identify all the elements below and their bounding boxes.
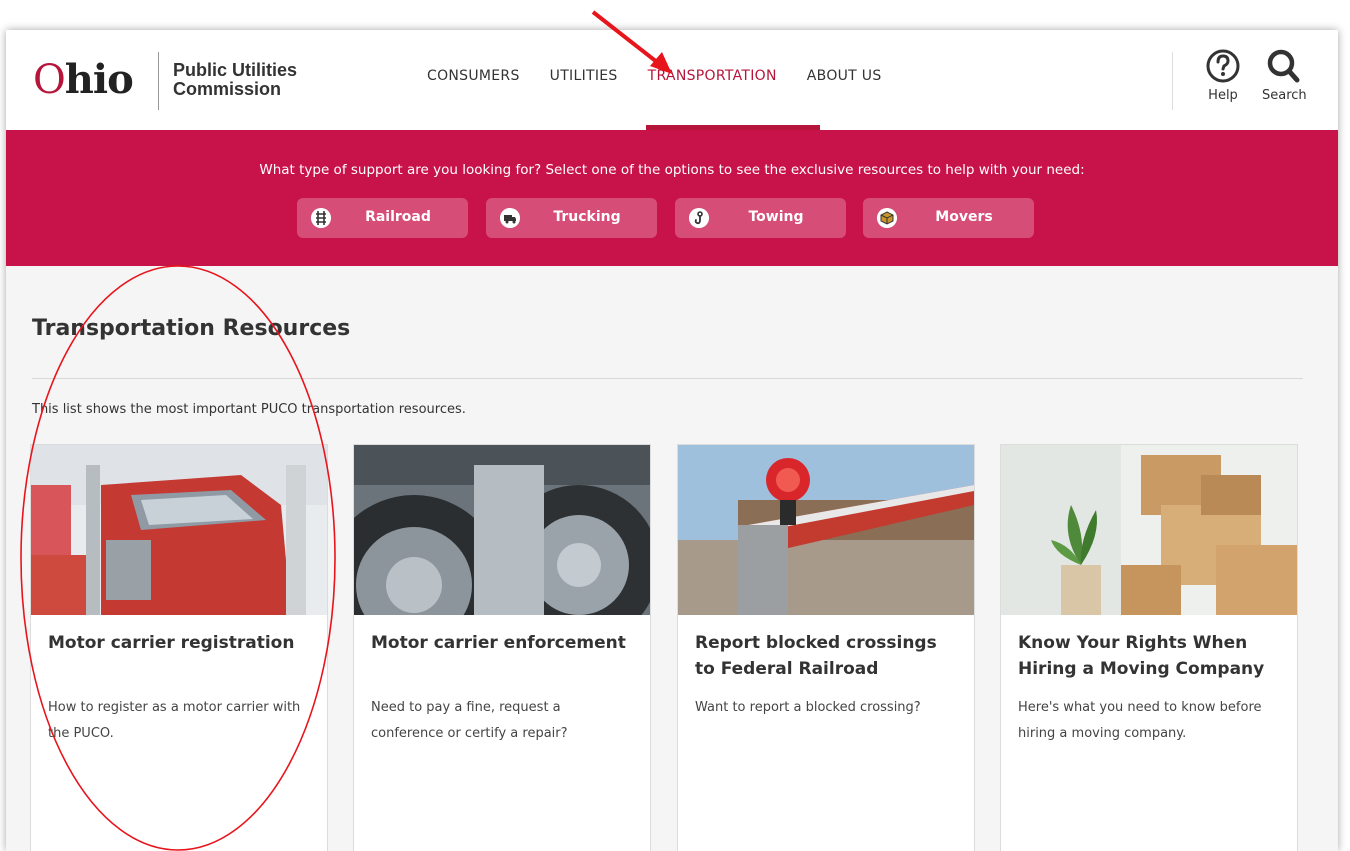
card-title: Motor carrier enforcement [371,633,626,653]
site-header: Ohio Public Utilities Commission CONSUME… [6,30,1338,130]
nav-consumers[interactable]: CONSUMERS [427,68,520,84]
logo-divider [158,52,159,110]
tools-divider [1172,52,1173,110]
card-title: Know Your Rights When Hiring a Moving Co… [1018,633,1265,679]
help-icon [1206,49,1240,83]
banner-prompt: What type of support are you looking for… [259,162,1085,178]
search-button[interactable]: Search [1262,46,1307,103]
support-banner: What type of support are you looking for… [6,130,1338,266]
card-description: Here's what you need to know before hiri… [1018,700,1262,741]
card-image-truck-wheels [354,445,650,615]
search-icon [1267,49,1300,83]
nav-about-us[interactable]: ABOUT US [807,68,882,84]
nav-utilities[interactable]: UTILITIES [550,68,618,84]
card-description: Need to pay a fine, request a conference… [371,700,568,741]
search-label: Search [1262,88,1307,103]
resource-card-moving-company-rights[interactable]: Know Your Rights When Hiring a Moving Co… [1000,444,1298,851]
option-trucking[interactable]: Trucking [486,198,657,238]
page-title: Transportation Resources [32,316,351,341]
section-divider [32,378,1303,379]
help-button[interactable]: Help [1203,46,1243,103]
option-railroad-label: Railroad [365,209,431,225]
railroad-icon [311,208,331,228]
option-towing-label: Towing [748,209,804,225]
card-image-moving-boxes [1001,445,1297,615]
agency-name: Public Utilities Commission [173,61,297,99]
card-title: Report blocked crossings to Federal Rail… [695,633,937,679]
option-movers-label: Movers [935,209,993,225]
resource-card-motor-carrier-enforcement[interactable]: Motor carrier enforcement Need to pay a … [353,444,651,851]
resource-card-motor-carrier-registration[interactable]: Motor carrier registration How to regist… [30,444,328,851]
card-image-railroad-crossing-gate [678,445,974,615]
card-description: How to register as a motor carrier with … [48,700,301,741]
option-trucking-label: Trucking [553,209,621,225]
help-label: Help [1208,88,1238,103]
ohio-logo[interactable]: Ohio [33,58,134,103]
option-towing[interactable]: Towing [675,198,846,238]
browser-viewport: Ohio Public Utilities Commission CONSUME… [6,30,1338,851]
card-image-red-semi-truck [31,445,327,615]
option-movers[interactable]: Movers [863,198,1034,238]
tow-hook-icon [689,208,709,228]
nav-transportation[interactable]: TRANSPORTATION [648,68,777,84]
intro-text: This list shows the most important PUCO … [32,402,466,417]
agency-name-line1: Public Utilities [173,60,298,80]
card-title: Motor carrier registration [48,633,295,653]
truck-icon [500,208,520,228]
card-description: Want to report a blocked crossing? [695,700,921,715]
agency-name-line2: Commission [173,79,282,99]
main-nav: CONSUMERS UTILITIES TRANSPORTATION ABOUT… [427,68,912,84]
resource-card-report-blocked-crossings[interactable]: Report blocked crossings to Federal Rail… [677,444,975,851]
option-railroad[interactable]: Railroad [297,198,468,238]
box-icon [877,208,897,228]
